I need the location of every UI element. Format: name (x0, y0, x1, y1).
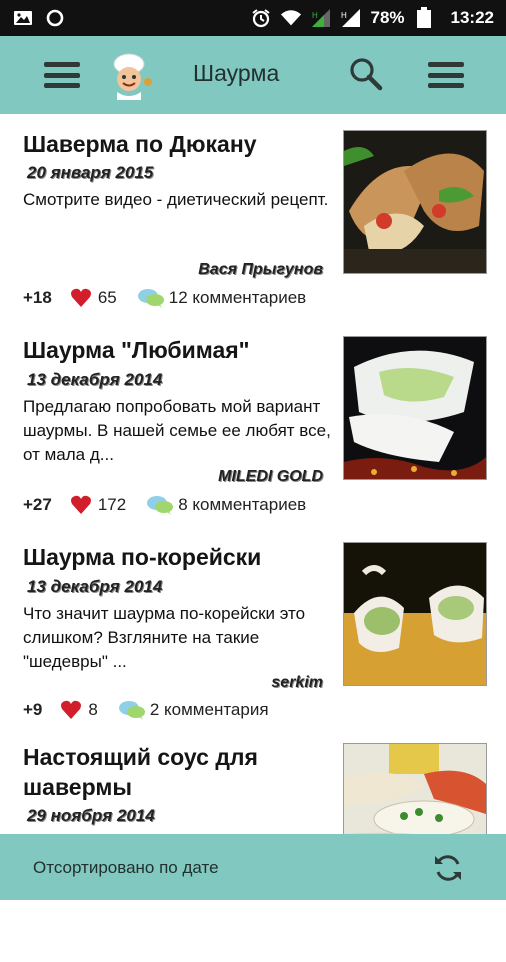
image-icon (12, 9, 34, 27)
recipe-description: Что значит шаурма по-корейски это слишко… (23, 604, 306, 671)
clock: 13:22 (450, 8, 494, 27)
rating: +27 (23, 495, 52, 514)
battery-percent: 78% (370, 8, 405, 27)
recipe-title[interactable]: Шаверма по Дюкану (23, 129, 328, 159)
recipe-thumbnail[interactable] (343, 130, 487, 274)
sync-icon (44, 9, 66, 27)
comments-count: 12 комментариев (168, 288, 307, 307)
recipe-date: 20 января 2015 (27, 163, 154, 182)
recipe-title[interactable]: Шаурма по-корейски (23, 542, 328, 572)
recipe-title[interactable]: Настоящий соус для шавермы (23, 742, 328, 802)
comments-count: 8 комментариев (178, 495, 307, 514)
comments-icon[interactable] (146, 495, 174, 515)
recipe-card[interactable]: Шаурма по-корейски 13 декабря 2014 Что з… (0, 526, 506, 734)
recipe-author[interactable]: Вася Прыгунов (198, 261, 323, 279)
comments-icon[interactable] (118, 700, 146, 720)
comments-count: 2 комментария (149, 700, 269, 719)
rating: +9 (23, 700, 43, 719)
overflow-menu-icon[interactable] (428, 62, 464, 88)
signal-2-icon: H (340, 9, 362, 27)
sort-bar: Отсортировано по дате (0, 834, 506, 900)
recipe-card[interactable]: Шаверма по Дюкану 20 января 2015 Смотрит… (0, 114, 506, 322)
wifi-icon (280, 9, 302, 27)
battery-icon (413, 7, 435, 28)
recipe-description: Предлагаю попробовать мой вариант шаурмы… (23, 397, 331, 464)
recipe-date: 13 декабря 2014 (27, 577, 163, 596)
recipe-stats: +18 65 12 комментариев (23, 288, 306, 308)
likes-count: 65 (97, 288, 117, 307)
recipe-title[interactable]: Шаурма "Любимая" (23, 335, 328, 365)
likes-count: 8 (88, 700, 98, 719)
recipe-date: 29 ноября 2014 (27, 806, 155, 825)
menu-icon[interactable] (44, 62, 80, 88)
rating: +18 (23, 288, 52, 307)
recipe-date: 13 декабря 2014 (27, 370, 163, 389)
recipe-thumbnail[interactable] (343, 336, 487, 480)
comments-icon[interactable] (137, 288, 165, 308)
chef-logo-icon[interactable] (104, 50, 154, 100)
signal-icon: H (310, 9, 332, 27)
recipe-stats: +27 172 8 комментариев (23, 495, 306, 515)
heart-icon[interactable] (70, 495, 92, 515)
search-icon[interactable] (348, 56, 384, 92)
sort-label[interactable]: Отсортировано по дате (33, 858, 219, 878)
recipe-author[interactable]: serkim (271, 674, 323, 692)
recipe-author[interactable]: MILEDI GOLD (218, 468, 323, 486)
svg-text:H: H (341, 11, 347, 20)
heart-icon[interactable] (60, 700, 82, 720)
likes-count: 172 (97, 495, 127, 514)
alarm-icon (250, 9, 272, 28)
recipe-stats: +9 8 2 комментария (23, 700, 269, 720)
page-title: Шаурма (193, 60, 280, 86)
refresh-icon[interactable] (432, 852, 464, 884)
app-bar: Шаурма (0, 36, 506, 114)
heart-icon[interactable] (70, 288, 92, 308)
recipe-description: Смотрите видео - диетический рецепт. (23, 190, 329, 209)
svg-text:H: H (312, 11, 318, 20)
status-bar: H H 78% 13:22 (0, 0, 506, 36)
recipe-thumbnail[interactable] (343, 542, 487, 686)
recipe-card[interactable]: Шаурма "Любимая" 13 декабря 2014 Предлаг… (0, 320, 506, 528)
